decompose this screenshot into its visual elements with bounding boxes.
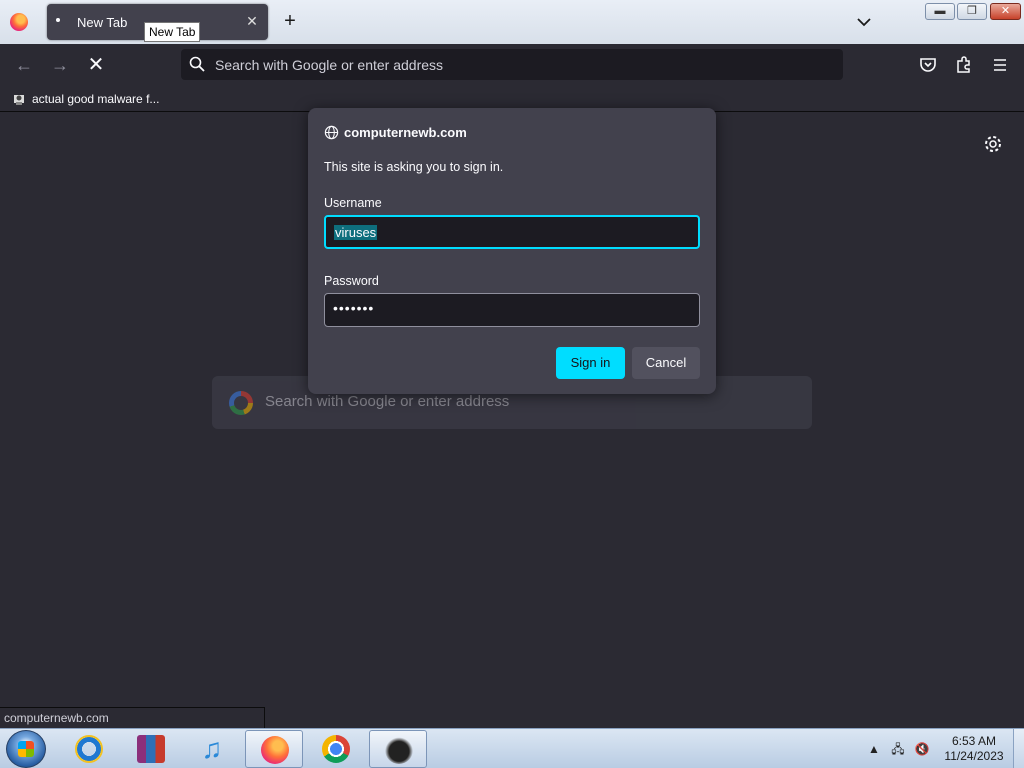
taskbar-firefox[interactable] [245, 730, 303, 768]
tab-title: New Tab [77, 15, 128, 30]
bookmark-item[interactable]: actual good malware f... [12, 90, 159, 108]
pocket-icon [920, 58, 936, 72]
start-button[interactable] [6, 730, 46, 768]
taskbar-unknown-app[interactable] [369, 730, 427, 768]
taskbar-chrome[interactable] [307, 730, 365, 768]
search-icon [189, 56, 205, 72]
chrome-icon [322, 735, 350, 763]
forward-button[interactable]: → [48, 53, 72, 77]
bookmark-favicon-icon [14, 95, 24, 105]
close-icon: ✕ [1000, 5, 1011, 17]
show-desktop-button[interactable] [1013, 729, 1024, 768]
navigation-toolbar: ← → ✕ [0, 44, 1024, 86]
close-tab-icon[interactable]: ✕ [244, 12, 260, 30]
taskbar: ♫ ▲ 🖧 🔇 6:53 AM 11/24/2023 [0, 728, 1024, 768]
clock[interactable]: 6:53 AM 11/24/2023 [938, 734, 1010, 764]
username-value: viruses [334, 225, 378, 240]
firefox-icon [261, 736, 289, 764]
app-icon [385, 736, 413, 764]
network-icon[interactable]: 🖧 [890, 741, 906, 757]
dialog-origin: computernewb.com [324, 125, 467, 140]
password-label: Password [324, 274, 379, 288]
hamburger-menu-icon [994, 59, 1006, 71]
minimize-button[interactable]: ▬ [925, 3, 955, 20]
chevron-down-icon [857, 18, 871, 27]
minimize-icon: ▬ [934, 5, 946, 17]
dialog-origin-text: computernewb.com [344, 125, 467, 140]
status-panel: computernewb.com [0, 707, 265, 728]
stop-button[interactable]: ✕ [84, 53, 108, 77]
username-label: Username [324, 196, 382, 210]
password-value: ••••••• [333, 300, 375, 316]
loading-dot-icon [56, 18, 60, 22]
taskbar-internet-explorer[interactable] [60, 730, 118, 768]
tab-strip: New Tab ✕ New Tab + ▬ ❐ ✕ [0, 0, 1024, 44]
gear-icon[interactable] [983, 134, 1003, 154]
back-button[interactable]: ← [12, 53, 36, 77]
pocket-button[interactable] [916, 53, 940, 77]
extensions-button[interactable] [952, 53, 976, 77]
taskbar-itunes[interactable]: ♫ [183, 730, 241, 768]
restore-button[interactable]: ❐ [957, 3, 987, 20]
sign-in-dialog: computernewb.com This site is asking you… [308, 108, 716, 394]
password-field[interactable]: ••••••• [324, 293, 700, 327]
username-field[interactable]: viruses [324, 215, 700, 249]
tab-tooltip: New Tab [144, 22, 201, 42]
show-hidden-icons-icon[interactable]: ▲ [866, 741, 882, 757]
close-window-button[interactable]: ✕ [990, 3, 1021, 20]
page-search-placeholder: Search with Google or enter address [265, 393, 510, 410]
winrar-icon [137, 735, 165, 763]
google-icon [229, 391, 253, 415]
clock-date: 11/24/2023 [944, 749, 1004, 763]
new-tab-button[interactable]: + [279, 10, 301, 32]
clock-time: 6:53 AM [951, 734, 997, 748]
music-note-icon: ♫ [201, 733, 223, 764]
firefox-logo-icon[interactable] [10, 13, 28, 31]
puzzle-piece-icon [957, 56, 970, 73]
restore-icon: ❐ [967, 5, 977, 17]
internet-explorer-icon [75, 735, 103, 763]
tab-list-button[interactable] [854, 12, 874, 32]
url-input[interactable] [215, 49, 815, 80]
system-tray: ▲ 🖧 🔇 [866, 737, 930, 761]
url-bar[interactable] [181, 49, 843, 80]
dialog-message: This site is asking you to sign in. [324, 160, 504, 174]
bookmark-label: actual good malware f... [32, 92, 160, 106]
globe-icon [324, 125, 339, 140]
volume-muted-icon[interactable]: 🔇 [914, 741, 930, 757]
taskbar-winrar[interactable] [122, 730, 180, 768]
app-menu-button[interactable] [988, 53, 1012, 77]
cancel-button[interactable]: Cancel [632, 347, 700, 379]
sign-in-button[interactable]: Sign in [556, 347, 625, 379]
